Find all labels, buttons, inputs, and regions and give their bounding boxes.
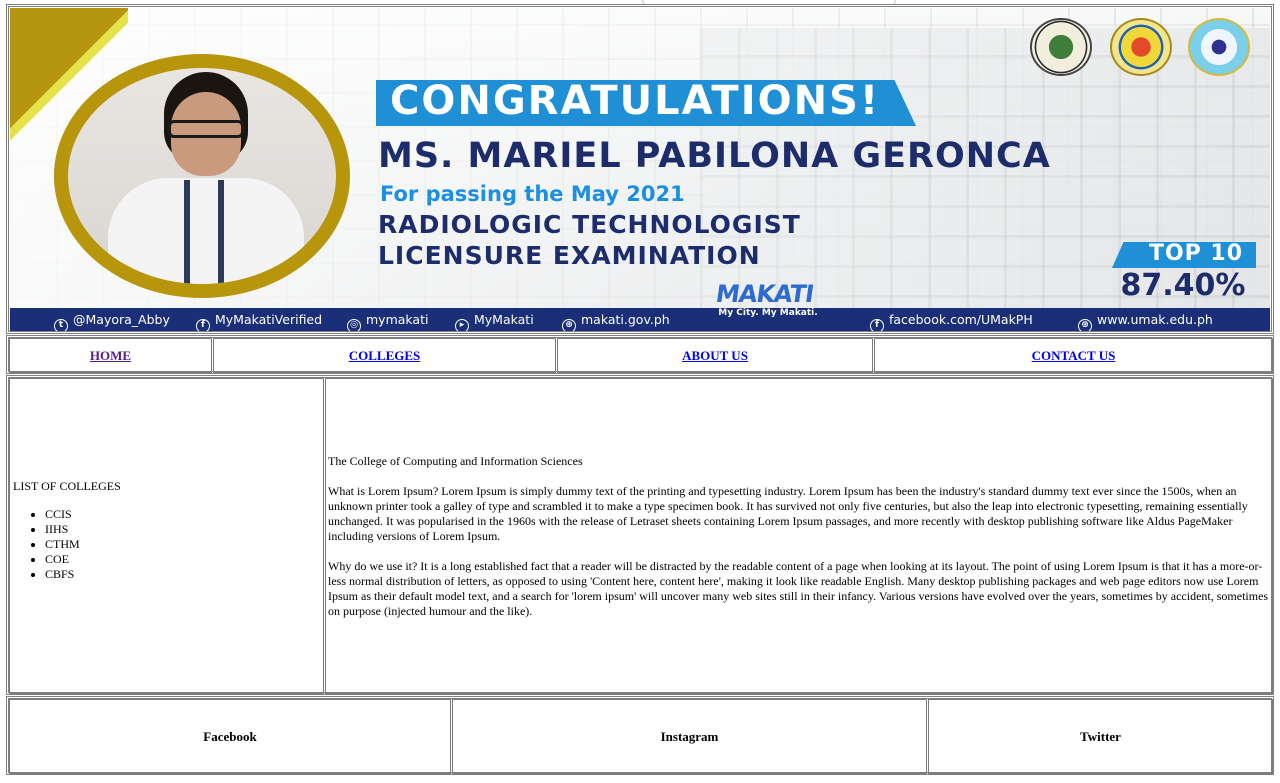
- college-description-panel: The College of Computing and Information…: [325, 378, 1273, 694]
- paragraph-what-is: What is Lorem Ipsum? Lorem Ipsum is simp…: [328, 484, 1248, 543]
- exam-title-line-1: RADIOLOGIC TECHNOLOGIST: [378, 210, 801, 239]
- nav-cell-colleges: COLLEGES: [213, 338, 556, 373]
- facebook-icon: f: [196, 319, 210, 332]
- instagram-icon: ◎: [347, 319, 361, 332]
- banner-subline: For passing the May 2021: [380, 182, 685, 206]
- congratulations-banner-image: CONGRATULATIONS! MS. MARIEL PABILONA GER…: [10, 8, 1270, 332]
- score-label: 87.40%: [1120, 268, 1246, 303]
- youtube-icon: ▸: [455, 319, 469, 332]
- nav-link-colleges[interactable]: COLLEGES: [349, 348, 421, 364]
- footer-facebook: Facebook: [9, 699, 451, 774]
- nav-cell-about: ABOUT US: [557, 338, 873, 373]
- social-item-facebook: f MyMakatiVerified: [196, 308, 322, 332]
- list-item-coe: COE: [45, 552, 80, 567]
- university-of-makati-seal-icon: [1110, 18, 1172, 76]
- paragraph-why-use: Why do we use it? It is a long establish…: [328, 559, 1269, 618]
- honoree-portrait: [54, 54, 350, 298]
- nav-link-contact-us[interactable]: CONTACT US: [1032, 348, 1116, 364]
- social-strip: t @Mayora_Abby f MyMakatiVerified ◎ mymakat…: [10, 308, 1270, 332]
- sidebar-title: LIST OF COLLEGES: [13, 479, 121, 493]
- footer: Facebook Instagram Twitter: [6, 696, 1274, 775]
- rank-label: TOP 10: [1148, 241, 1244, 266]
- social-item-twitter: t @Mayora_Abby: [54, 308, 170, 332]
- college-list: CCIS IIHS CTHM COE CBFS: [13, 507, 80, 582]
- social-item-instagram: ◎ mymakati: [347, 308, 428, 332]
- globe-icon: ⊕: [1078, 319, 1092, 332]
- main-content-area: LIST OF COLLEGES CCIS IIHS CTHM COE CBFS…: [6, 375, 1274, 695]
- footer-instagram: Instagram: [452, 699, 927, 774]
- nav-link-about-us[interactable]: ABOUT US: [682, 348, 748, 364]
- makati-city-seal-icon: [1030, 18, 1092, 76]
- page-heading: The College of Computing and Information…: [328, 454, 583, 468]
- globe-icon: ⊕: [562, 319, 576, 332]
- anniversary-logo-icon: [1188, 18, 1250, 76]
- exam-title-line-2: LICENSURE EXAMINATION: [378, 241, 761, 270]
- social-item-website: ⊕ makati.gov.ph: [562, 308, 670, 332]
- list-item-cbfs: CBFS: [45, 567, 80, 582]
- list-item-ccis: CCIS: [45, 507, 80, 522]
- header-banner: CONGRATULATIONS! MS. MARIEL PABILONA GER…: [6, 4, 1274, 334]
- honoree-name: MS. MARIEL PABILONA GERONCA: [378, 136, 1051, 176]
- twitter-icon: t: [54, 319, 68, 332]
- footer-twitter: Twitter: [928, 699, 1273, 774]
- facebook-icon: f: [870, 319, 884, 332]
- colleges-sidebar: LIST OF COLLEGES CCIS IIHS CTHM COE CBFS: [9, 378, 324, 694]
- social-item-umak-facebook: f facebook.com/UMakPH: [870, 308, 1033, 332]
- list-item-iihs: IIHS: [45, 522, 80, 537]
- list-item-cthm: CTHM: [45, 537, 80, 552]
- makati-logo: MAKATI My City. My Makati.: [714, 280, 818, 318]
- banner-headline: CONGRATULATIONS!: [390, 78, 881, 124]
- nav-cell-contact: CONTACT US: [874, 338, 1273, 373]
- social-item-umak-website: ⊕ www.umak.edu.ph: [1078, 308, 1213, 332]
- social-item-youtube: ▸ MyMakati: [455, 308, 534, 332]
- main-navigation: HOME COLLEGES ABOUT US CONTACT US: [6, 335, 1274, 374]
- nav-cell-home: HOME: [9, 338, 212, 373]
- nav-link-home[interactable]: HOME: [90, 348, 131, 364]
